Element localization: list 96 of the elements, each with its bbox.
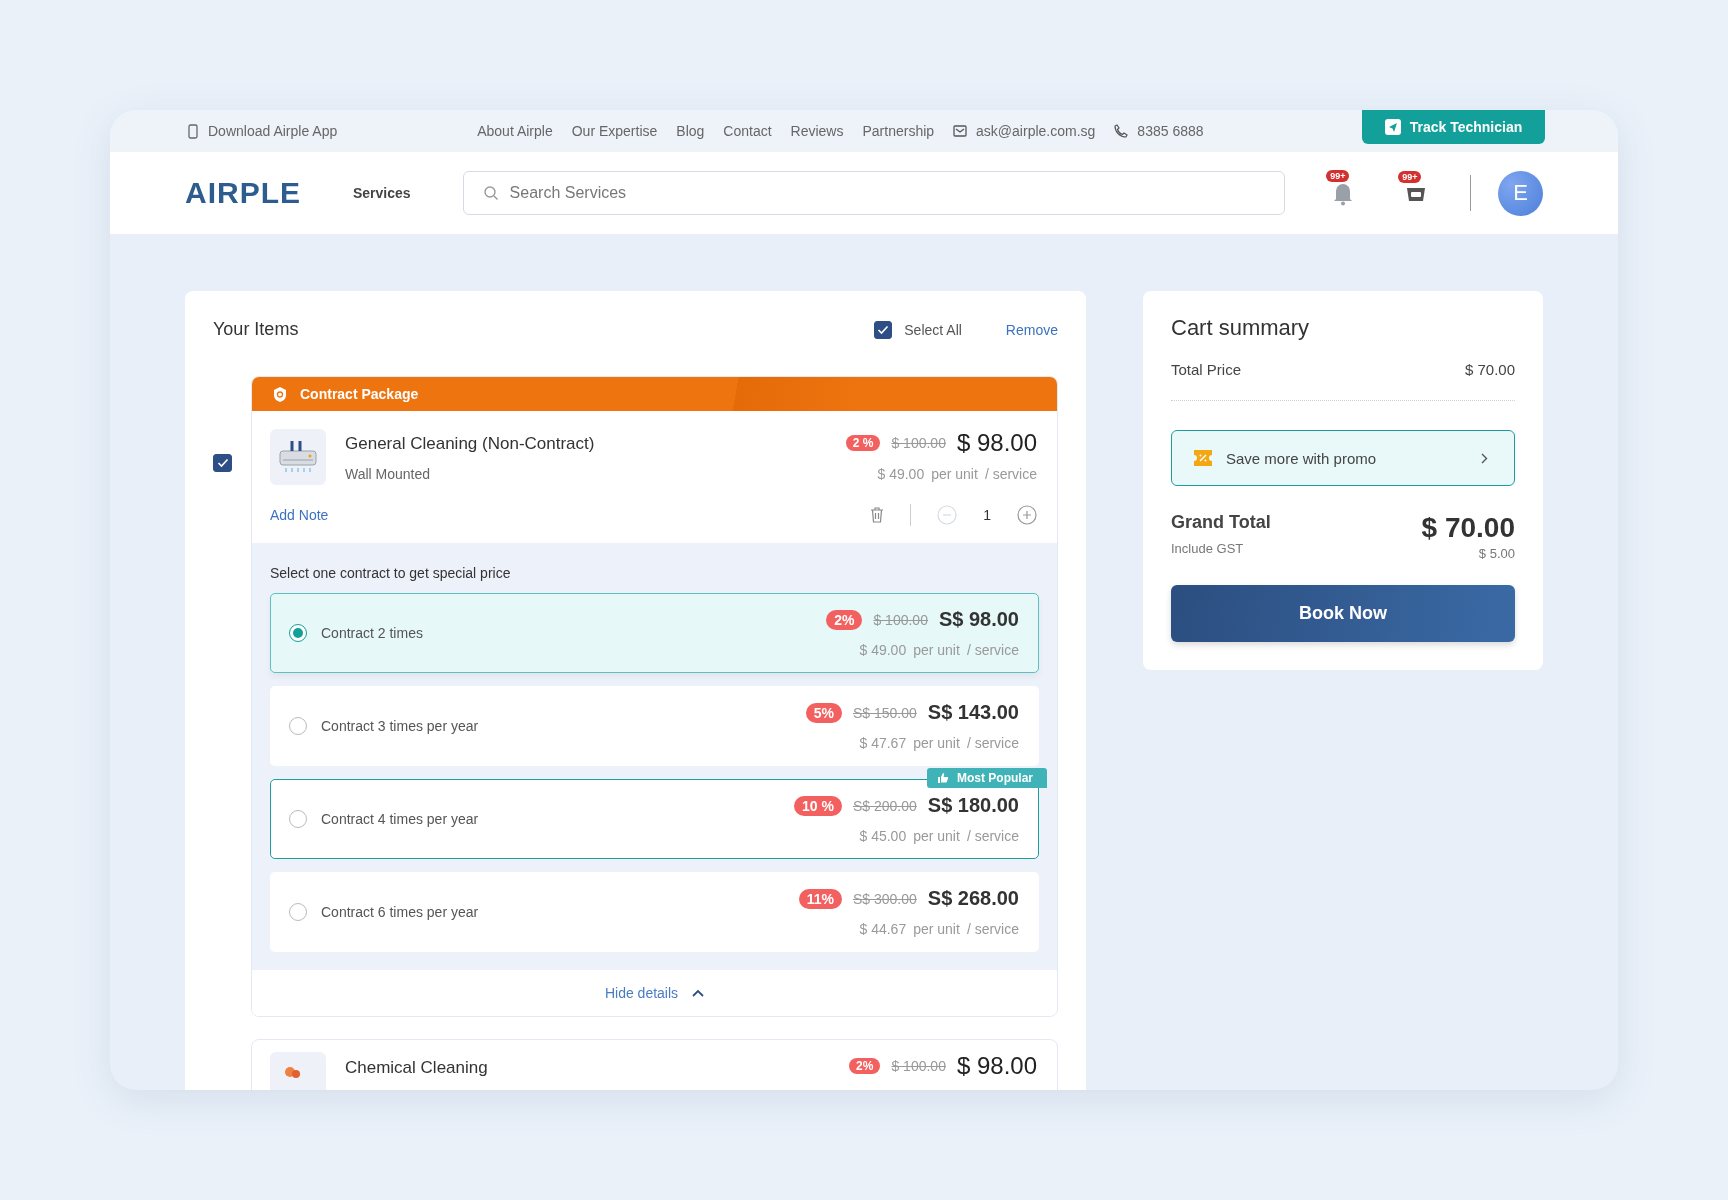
nav-link[interactable]: Reviews [790,123,844,139]
discount-badge: 2% [849,1058,881,1074]
gst-label: Include GST [1171,541,1245,556]
radio-button[interactable] [289,717,307,735]
radio-button[interactable] [289,624,307,642]
plus-icon[interactable] [1017,505,1037,525]
nav-link[interactable]: Our Expertise [571,123,658,139]
hide-details-link[interactable]: Hide details [604,985,705,1001]
items-title: Your Items [213,319,299,340]
contract-price: S$ 98.00 [938,608,1019,631]
user-avatar[interactable]: E [1498,170,1543,216]
quantity-value: 1 [983,507,991,523]
unit-price: $ 49.00 [859,642,907,658]
item-checkbox[interactable] [213,454,232,472]
nav-link[interactable]: Contact [723,123,772,139]
nav-link[interactable]: About Airple [477,123,553,139]
package-title: Contract Package [300,386,419,402]
select-all-label: Select All [904,321,962,338]
contract-label: Contract 3 times per year [321,718,479,734]
contract-option[interactable]: Contract 3 times per year 5% S$ 150.00 S$ 143.00 $ 47.67 per unit / service [270,686,1039,766]
unit-price: $ 44.67 [859,921,907,937]
discount-badge: 2% [826,609,863,630]
item-name: Chemical Cleaning [345,1058,488,1078]
search-icon [482,185,499,201]
discount-badge: 2 % [845,435,881,451]
trash-icon[interactable] [870,507,885,523]
most-popular-badge: Most Popular [927,768,1047,788]
total-price-value: $ 70.00 [1464,361,1515,378]
gst-value: $ 5.00 [1478,546,1515,561]
email-link[interactable]: ask@airple.com.sg [953,123,1096,139]
summary-title: Cart summary [1171,315,1311,341]
contract-prompt: Select one contract to get special price [270,565,512,581]
shield-icon [272,385,288,403]
add-note-link[interactable]: Add Note [270,507,329,523]
unit-label: per unit [913,921,960,937]
phone-icon [188,123,198,139]
promo-button[interactable]: Save more with promo [1171,430,1515,486]
check-icon [877,324,890,335]
item-price: $ 98.00 [956,429,1037,457]
check-icon [216,458,229,468]
per-service-label: / service [966,828,1019,844]
item-name: General Cleaning (Non-Contract) [345,434,595,454]
remove-link[interactable]: Remove [1005,321,1058,338]
old-price: $ 100.00 [891,1058,946,1074]
old-price: $ 100.00 [891,435,946,451]
air-conditioner-icon [270,429,326,485]
total-price-label: Total Price [1171,361,1242,378]
contract-label: Contract 4 times per year [321,811,479,827]
contract-price: S$ 143.00 [927,701,1019,724]
download-app-link[interactable]: Download Airple App [188,123,338,139]
per-service-label: / service [966,735,1019,751]
discount-badge: 5% [805,702,842,723]
mail-icon [953,125,968,137]
search-field[interactable]: Search Services [462,171,1286,215]
unit-label: per unit [913,828,960,844]
item-price: $ 98.00 [956,1052,1037,1080]
track-technician-button[interactable]: Track Technician [1362,110,1545,144]
discount-badge: 10 % [794,795,842,816]
radio-button[interactable] [289,810,307,828]
unit-price: $ 47.67 [859,735,907,751]
nav-link[interactable]: Partnership [862,123,935,139]
old-price: S$ 300.00 [852,890,917,907]
old-price: S$ 200.00 [852,797,917,814]
unit-label: per unit [913,642,960,658]
book-now-button[interactable]: Book Now [1171,585,1515,642]
grand-total-label: Grand Total [1171,512,1271,533]
radio-button[interactable] [289,903,307,921]
item-variant: Wall Mounted [345,466,432,482]
contract-option[interactable]: Contract 2 times 2% $ 100.00 S$ 98.00 $ 49.00 per unit / service [270,593,1039,673]
notification-count: 99+ [1326,170,1350,182]
unit-label: per unit [913,735,960,751]
contract-price: S$ 180.00 [927,794,1019,817]
chevron-up-icon [692,989,705,997]
old-price: $ 100.00 [873,611,928,628]
nav-link[interactable]: Blog [676,123,705,139]
contract-option[interactable]: Contract 6 times per year 11% S$ 300.00 S$ 268.00 $ 44.67 per unit / service [270,872,1039,952]
old-price: S$ 150.00 [852,704,917,721]
send-icon [1384,119,1401,135]
discount-badge: 11% [798,888,842,909]
unit-label: per unit [931,466,978,482]
contract-label: Contract 2 times [321,625,423,641]
services-link[interactable]: Services [353,185,411,201]
per-service-label: / service [966,921,1019,937]
per-service-label: / service [966,642,1019,658]
phone-link[interactable]: 8385 6888 [1114,123,1204,139]
contract-price: S$ 268.00 [927,887,1019,910]
coupon-icon [1192,449,1214,467]
per-service-label: / service [984,466,1037,482]
unit-price: $ 49.00 [877,466,925,482]
chevron-right-icon [1481,452,1488,464]
grand-total-value: $ 70.00 [1421,512,1515,544]
contract-label: Contract 6 times per year [321,904,479,920]
unit-price: $ 45.00 [859,828,907,844]
select-all-checkbox[interactable] [874,320,893,339]
phone-icon [1114,124,1129,138]
cart-count: 99+ [1398,171,1422,183]
